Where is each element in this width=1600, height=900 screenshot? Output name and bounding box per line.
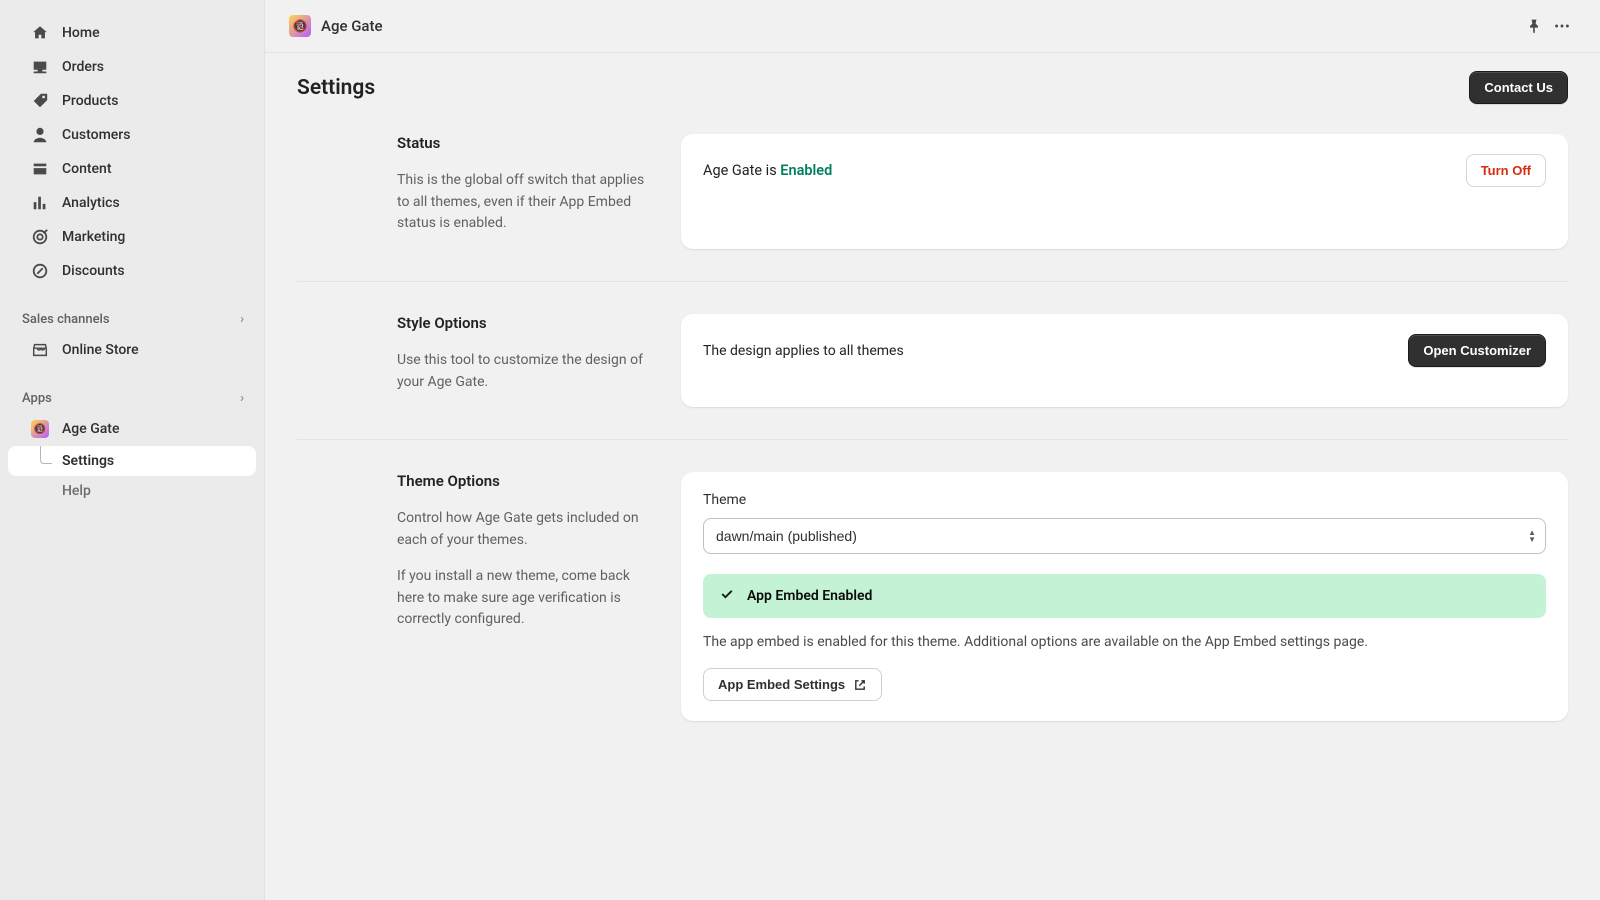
app-embed-banner-text: App Embed Enabled [747,588,872,604]
nav-orders[interactable]: Orders [8,50,256,84]
nav-products-label: Products [62,93,119,109]
nav-app-age-gate[interactable]: 🔞 Age Gate [8,412,256,446]
nav-analytics[interactable]: Analytics [8,186,256,220]
theme-heading: Theme Options [397,472,657,490]
theme-section: Theme Options Control how Age Gate gets … [297,439,1568,753]
theme-select-wrap: dawn/main (published) ▲▼ [703,518,1546,554]
status-section: Status This is the global off switch tha… [297,126,1568,281]
style-description: Use this tool to customize the design of… [397,350,657,393]
status-text: Age Gate is Enabled [703,162,832,179]
nav-app-settings-label: Settings [62,453,114,469]
style-banner-text: The design applies to all themes [703,343,904,359]
contact-us-button[interactable]: Contact Us [1469,71,1568,104]
open-customizer-label: Open Customizer [1423,343,1531,358]
nav-home[interactable]: Home [8,16,256,50]
theme-description-2: If you install a new theme, come back he… [397,566,657,631]
sales-channels-header[interactable]: Sales channels › [0,302,264,333]
theme-description-1: Control how Age Gate gets included on ea… [397,508,657,551]
status-section-info: Status This is the global off switch tha… [297,134,657,249]
discount-icon [30,261,50,281]
nav-discounts-label: Discounts [62,263,125,279]
app-embed-description: The app embed is enabled for this theme.… [703,632,1546,654]
pin-icon [1526,18,1542,34]
pin-button[interactable] [1520,12,1548,40]
topbar-title: 🔞 Age Gate [289,15,383,37]
nav-content[interactable]: Content [8,152,256,186]
theme-select[interactable]: dawn/main (published) [703,518,1546,554]
check-icon [719,586,735,606]
nav-online-store[interactable]: Online Store [8,333,256,367]
chevron-right-icon: › [240,312,244,327]
theme-card: Theme dawn/main (published) ▲▼ App Embed… [681,472,1568,721]
nav-marketing[interactable]: Marketing [8,220,256,254]
status-heading: Status [397,134,657,152]
turn-off-label: Turn Off [1481,163,1531,178]
status-description: This is the global off switch that appli… [397,170,657,235]
nav-app-help[interactable]: Help [8,476,256,506]
nav-home-label: Home [62,25,100,41]
nav-app-age-gate-label: Age Gate [62,421,119,437]
more-button[interactable] [1548,12,1576,40]
topbar-app-name: Age Gate [321,17,383,35]
content-icon [30,159,50,179]
store-icon [30,340,50,360]
nav-online-store-label: Online Store [62,342,139,358]
page-title: Settings [297,76,375,100]
age-gate-app-icon: 🔞 [30,419,50,439]
topbar: 🔞 Age Gate [265,0,1600,53]
app-embed-banner: App Embed Enabled [703,574,1546,618]
contact-us-label: Contact Us [1484,80,1553,95]
nav-customers-label: Customers [62,127,130,143]
open-customizer-button[interactable]: Open Customizer [1408,334,1546,367]
sales-channels-label: Sales channels [22,312,110,327]
external-link-icon [853,678,867,692]
age-gate-app-icon: 🔞 [289,15,311,37]
turn-off-button[interactable]: Turn Off [1466,154,1546,187]
app-embed-settings-button[interactable]: App Embed Settings [703,668,882,701]
theme-section-info: Theme Options Control how Age Gate gets … [297,472,657,721]
tree-line-icon [40,446,52,464]
nav-marketing-label: Marketing [62,229,125,245]
inbox-icon [30,57,50,77]
nav-customers[interactable]: Customers [8,118,256,152]
chevron-right-icon: › [240,391,244,406]
home-icon [30,23,50,43]
analytics-icon [30,193,50,213]
status-value: Enabled [780,162,832,179]
select-chevrons-icon: ▲▼ [1528,529,1536,543]
apps-header[interactable]: Apps › [0,381,264,412]
style-card: The design applies to all themes Open Cu… [681,314,1568,407]
style-section-info: Style Options Use this tool to customize… [297,314,657,407]
nav-app-settings[interactable]: Settings [8,446,256,476]
apps-label: Apps [22,391,52,406]
nav-analytics-label: Analytics [62,195,120,211]
style-section: Style Options Use this tool to customize… [297,281,1568,439]
style-heading: Style Options [397,314,657,332]
target-icon [30,227,50,247]
status-prefix: Age Gate is [703,162,780,179]
theme-label: Theme [703,492,1546,508]
tag-icon [30,91,50,111]
nav-app-help-label: Help [62,483,91,499]
more-icon [1553,17,1571,35]
nav-orders-label: Orders [62,59,104,75]
sidebar: Home Orders Products Customers Content A… [0,0,265,900]
status-card: Age Gate is Enabled Turn Off [681,134,1568,249]
main-content: 🔞 Age Gate Settings Contact Us Status Th… [265,0,1600,900]
person-icon [30,125,50,145]
nav-products[interactable]: Products [8,84,256,118]
nav-discounts[interactable]: Discounts [8,254,256,288]
content-area: Status This is the global off switch tha… [265,126,1600,793]
nav-content-label: Content [62,161,112,177]
page-header: Settings Contact Us [265,53,1600,126]
app-embed-settings-label: App Embed Settings [718,677,845,692]
